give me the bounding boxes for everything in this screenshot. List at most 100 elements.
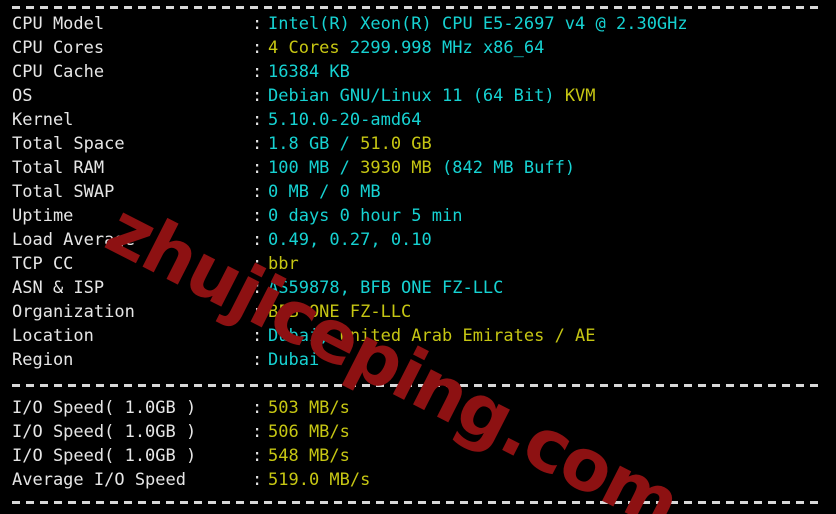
io-speed-colon: : bbox=[252, 422, 263, 442]
system-info-value-segment: Dubai bbox=[268, 350, 320, 370]
system-info-label: CPU Cores bbox=[12, 38, 105, 58]
system-info-colon: : bbox=[252, 38, 263, 58]
system-info-colon: : bbox=[252, 62, 263, 82]
io-speed-label: I/O Speed( 1.0GB ) bbox=[12, 446, 197, 466]
system-info-row: Total Space:1.8 GB / 51.0 GB bbox=[0, 132, 836, 156]
system-info-label: Total RAM bbox=[12, 158, 105, 178]
system-info-value-segment: bbr bbox=[268, 254, 299, 274]
separator-rule-middle bbox=[12, 384, 818, 387]
system-info-value: Debian GNU/Linux 11 (64 Bit) KVM bbox=[268, 84, 596, 108]
io-speed-colon: : bbox=[252, 398, 263, 418]
system-info-value-segment: 2299.998 MHz x86_64 bbox=[349, 38, 545, 58]
system-info-value-segment: BFB ONE FZ-LLC bbox=[268, 302, 412, 322]
io-speed-row: I/O Speed( 1.0GB ):548 MB/s bbox=[0, 444, 836, 468]
system-info-row: TCP CC: bbr bbox=[0, 252, 836, 276]
system-info-colon: : bbox=[252, 86, 263, 106]
system-info-row: CPU Cache:16384 KB bbox=[0, 60, 836, 84]
separator-rule-top bbox=[12, 6, 818, 9]
system-info-section: CPU Model: Intel(R) Xeon(R) CPU E5-2697 v… bbox=[0, 12, 836, 372]
io-speed-label: I/O Speed( 1.0GB ) bbox=[12, 422, 197, 442]
io-speed-row: I/O Speed( 1.0GB ):503 MB/s bbox=[0, 396, 836, 420]
io-speed-value: 503 MB/s bbox=[268, 396, 350, 420]
separator-rule-bottom bbox=[12, 501, 818, 504]
system-info-value: 16384 KB bbox=[268, 60, 350, 84]
system-info-label: Uptime bbox=[12, 206, 74, 226]
system-info-colon: : bbox=[252, 302, 263, 322]
system-info-value: BFB ONE FZ-LLC bbox=[268, 300, 411, 324]
system-info-row: CPU Cores:4 Cores 2299.998 MHz x86_64 bbox=[0, 36, 836, 60]
system-info-value-segment: United Arab Emirates / AE bbox=[339, 326, 596, 346]
system-info-label: Total SWAP bbox=[12, 182, 115, 202]
system-info-label: Organization bbox=[12, 302, 135, 322]
system-info-colon: : bbox=[252, 278, 263, 298]
system-info-row: Location: Dubai, United Arab Emirates / A… bbox=[0, 324, 836, 348]
system-info-label: ASN & ISP bbox=[12, 278, 105, 298]
system-info-colon: : bbox=[252, 326, 263, 346]
system-info-row: Total SWAP:0 MB / 0 MB bbox=[0, 180, 836, 204]
system-info-colon: : bbox=[252, 110, 263, 130]
system-info-row: CPU Model: Intel(R) Xeon(R) CPU E5-2697 v… bbox=[0, 12, 836, 36]
system-info-label: Location bbox=[12, 326, 94, 346]
system-info-value: 5.10.0-20-amd64 bbox=[268, 108, 422, 132]
system-info-label: Total Space bbox=[12, 134, 125, 154]
system-info-value-segment: 16384 KB bbox=[268, 62, 350, 82]
system-info-value-segment: 100 MB / bbox=[268, 158, 361, 178]
system-info-value-segment: Debian GNU/Linux 11 (64 Bit) bbox=[268, 86, 565, 106]
system-info-colon: : bbox=[252, 230, 263, 250]
system-info-colon: : bbox=[252, 134, 263, 154]
system-info-value-segment: 0 MB / 0 MB bbox=[268, 182, 381, 202]
io-speed-value-segment: 519.0 MB/s bbox=[268, 470, 371, 490]
io-speed-value-segment: 506 MB/s bbox=[268, 422, 350, 442]
system-info-label: Kernel bbox=[12, 110, 74, 130]
system-info-value-segment: 51.0 GB bbox=[360, 134, 432, 154]
system-info-value-segment: 1.8 GB / bbox=[268, 134, 361, 154]
system-info-value-segment: Intel(R) Xeon(R) CPU E5-2697 v4 @ 2.30GH… bbox=[268, 14, 688, 34]
system-info-value-segment: 5.10.0-20-amd64 bbox=[268, 110, 422, 130]
io-speed-section: I/O Speed( 1.0GB ):503 MB/s I/O Speed( 1.… bbox=[0, 396, 836, 492]
system-info-label: Load Average bbox=[12, 230, 135, 250]
system-info-colon: : bbox=[252, 350, 263, 370]
system-info-value: Intel(R) Xeon(R) CPU E5-2697 v4 @ 2.30GH… bbox=[268, 12, 688, 36]
system-info-value-segment: (842 MB Buff) bbox=[431, 158, 576, 178]
system-info-value: 4 Cores 2299.998 MHz x86_64 bbox=[268, 36, 544, 60]
system-info-value-segment: 3930 MB bbox=[360, 158, 432, 178]
io-speed-value: 548 MB/s bbox=[268, 444, 350, 468]
system-info-row: Organization: BFB ONE FZ-LLC bbox=[0, 300, 836, 324]
system-info-colon: : bbox=[252, 254, 263, 274]
system-info-label: OS bbox=[12, 86, 33, 106]
io-speed-colon: : bbox=[252, 470, 263, 490]
system-info-value: AS59878, BFB ONE FZ-LLC bbox=[268, 276, 503, 300]
system-info-value: 0.49, 0.27, 0.10 bbox=[268, 228, 432, 252]
io-speed-value: 519.0 MB/s bbox=[268, 468, 370, 492]
system-info-value: 1.8 GB / 51.0 GB bbox=[268, 132, 432, 156]
system-info-value-segment: 0 days 0 hour 5 min bbox=[268, 206, 463, 226]
io-speed-row: Average I/O Speed:519.0 MB/s bbox=[0, 468, 836, 492]
system-info-value-segment: KVM bbox=[564, 86, 596, 106]
system-info-value-segment: 0.49, 0.27, 0.10 bbox=[268, 230, 432, 250]
io-speed-value-segment: 503 MB/s bbox=[268, 398, 350, 418]
system-info-row: Uptime:0 days 0 hour 5 min bbox=[0, 204, 836, 228]
system-info-label: CPU Cache bbox=[12, 62, 105, 82]
system-info-value: bbr bbox=[268, 252, 299, 276]
system-info-value-segment: Dubai, bbox=[268, 326, 340, 346]
system-info-colon: : bbox=[252, 206, 263, 226]
system-info-row: ASN & ISP: AS59878, BFB ONE FZ-LLC bbox=[0, 276, 836, 300]
io-speed-value-segment: 548 MB/s bbox=[268, 446, 350, 466]
system-info-value: 0 MB / 0 MB bbox=[268, 180, 381, 204]
system-info-value-segment: 4 Cores bbox=[268, 38, 350, 58]
system-info-value: 0 days 0 hour 5 min bbox=[268, 204, 462, 228]
system-info-colon: : bbox=[252, 14, 263, 34]
system-info-row: Total RAM:100 MB / 3930 MB (842 MB Buff) bbox=[0, 156, 836, 180]
system-info-value-segment: AS59878, BFB ONE FZ-LLC bbox=[268, 278, 504, 298]
system-info-row: Load Average:0.49, 0.27, 0.10 bbox=[0, 228, 836, 252]
system-info-value: 100 MB / 3930 MB (842 MB Buff) bbox=[268, 156, 575, 180]
system-info-colon: : bbox=[252, 182, 263, 202]
io-speed-label: Average I/O Speed bbox=[12, 470, 186, 490]
system-info-row: OS: Debian GNU/Linux 11 (64 Bit) KVM bbox=[0, 84, 836, 108]
system-info-row: Region: Dubai bbox=[0, 348, 836, 372]
io-speed-row: I/O Speed( 1.0GB ):506 MB/s bbox=[0, 420, 836, 444]
terminal-window: CPU Model: Intel(R) Xeon(R) CPU E5-2697 v… bbox=[0, 0, 836, 514]
system-info-value: Dubai bbox=[268, 348, 319, 372]
system-info-value: Dubai, United Arab Emirates / AE bbox=[268, 324, 596, 348]
system-info-row: Kernel:5.10.0-20-amd64 bbox=[0, 108, 836, 132]
